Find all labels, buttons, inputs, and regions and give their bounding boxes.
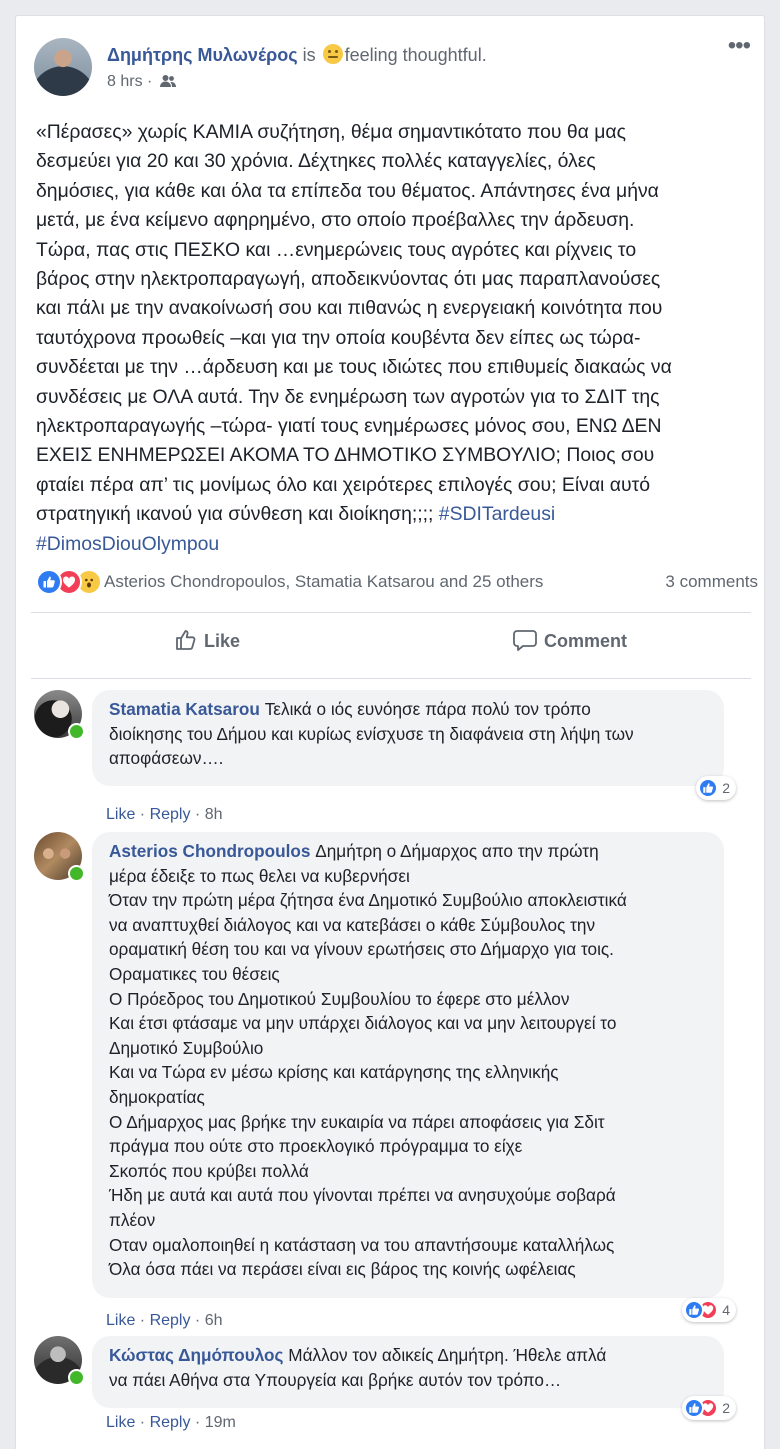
comment-bubble: Asterios Chondropoulos Δημήτρη ο Δήμαρχο…	[92, 832, 724, 1298]
comment-time[interactable]: 6h	[205, 1312, 223, 1329]
post-time[interactable]: 8 hrs	[107, 73, 143, 90]
comment-actions: Like · Reply · 19m	[106, 1414, 236, 1432]
separator: ·	[135, 1414, 150, 1431]
comment-actions: Like · Reply · 6h	[106, 1312, 223, 1330]
thumbs-up-icon	[176, 630, 196, 650]
divider	[31, 612, 751, 613]
feeling-text: feeling thoughtful.	[344, 45, 487, 65]
comment-reply-link[interactable]: Reply	[150, 806, 191, 823]
like-label: Like	[204, 631, 241, 651]
post-body: «Πέρασες» χωρίς ΚΑΜΙΑ συζήτηση, θέμα σημ…	[36, 118, 756, 559]
comment-icon	[513, 630, 537, 651]
commenter-name[interactable]: Stamatia Katsarou	[109, 699, 260, 719]
comment-like-link[interactable]: Like	[106, 806, 135, 823]
separator: ·	[190, 1312, 205, 1329]
comment-reactions[interactable]: 2	[696, 776, 736, 800]
post-card: Δημήτρης Μυλωνέρος is feeling thoughtful…	[15, 15, 765, 1449]
comment-reply-link[interactable]: Reply	[150, 1414, 191, 1431]
comment-time[interactable]: 19m	[205, 1414, 236, 1431]
meta-separator: ·	[142, 73, 157, 90]
comment-bubble: Stamatia Katsarou Τελικά ο ιός ευνόησε π…	[92, 690, 724, 786]
post-header: Δημήτρης Μυλωνέρος is feeling thoughtful…	[107, 44, 487, 66]
separator: ·	[190, 806, 205, 823]
author-name[interactable]: Δημήτρης Μυλωνέρος	[107, 45, 298, 65]
reaction-count: 2	[722, 1400, 730, 1416]
comment-label: Comment	[544, 631, 628, 651]
separator: ·	[135, 1312, 150, 1329]
post-meta: 8 hrs ·	[107, 73, 176, 93]
like-reaction-icon	[36, 569, 62, 595]
commenter-name[interactable]: Asterios Chondropoulos	[109, 841, 310, 861]
hashtag-link[interactable]: #DimosDiouOlympou	[36, 533, 219, 555]
online-status-icon	[68, 1369, 85, 1386]
comment-bubble: Κώστας Δημόπουλος Μάλλον τον αδικείς Δημ…	[92, 1336, 724, 1408]
reactions-names[interactable]: Asterios Chondropoulos, Stamatia Katsaro…	[104, 572, 543, 592]
hashtag-link[interactable]: #SDITardeusi	[439, 503, 555, 525]
comment-time[interactable]: 8h	[205, 806, 223, 823]
comment-like-link[interactable]: Like	[106, 1414, 135, 1431]
friends-audience-icon[interactable]	[159, 74, 176, 93]
more-options-button[interactable]: •••	[728, 34, 751, 58]
divider	[31, 678, 751, 679]
comment-actions: Like · Reply · 8h	[106, 806, 223, 824]
comment-like-link[interactable]: Like	[106, 1312, 135, 1329]
comments-count[interactable]: 3 comments	[665, 572, 758, 592]
comment-reply-link[interactable]: Reply	[150, 1312, 191, 1329]
author-avatar[interactable]	[34, 38, 92, 96]
separator: ·	[190, 1414, 205, 1431]
comment-reactions[interactable]: 4	[682, 1298, 736, 1322]
like-reaction-icon	[698, 778, 719, 798]
is-text: is	[297, 45, 321, 65]
reaction-count: 2	[722, 780, 730, 796]
like-button[interactable]: Like	[174, 628, 240, 664]
comment-button[interactable]: Comment	[512, 628, 627, 664]
commenter-name[interactable]: Κώστας Δημόπουλος	[109, 1345, 283, 1365]
comment-reactions[interactable]: 2	[682, 1396, 736, 1420]
reactions-summary[interactable]: Asterios Chondropoulos, Stamatia Katsaro…	[36, 569, 758, 597]
online-status-icon	[68, 865, 85, 882]
online-status-icon	[68, 723, 85, 740]
thinking-face-icon	[322, 44, 343, 64]
reaction-count: 4	[722, 1302, 730, 1318]
post-text: «Πέρασες» χωρίς ΚΑΜΙΑ συζήτηση, θέμα σημ…	[36, 121, 672, 526]
comment-text: Δημήτρη ο Δήμαρχος απο την πρώτη μέρα έδ…	[109, 841, 627, 1280]
separator: ·	[135, 806, 150, 823]
